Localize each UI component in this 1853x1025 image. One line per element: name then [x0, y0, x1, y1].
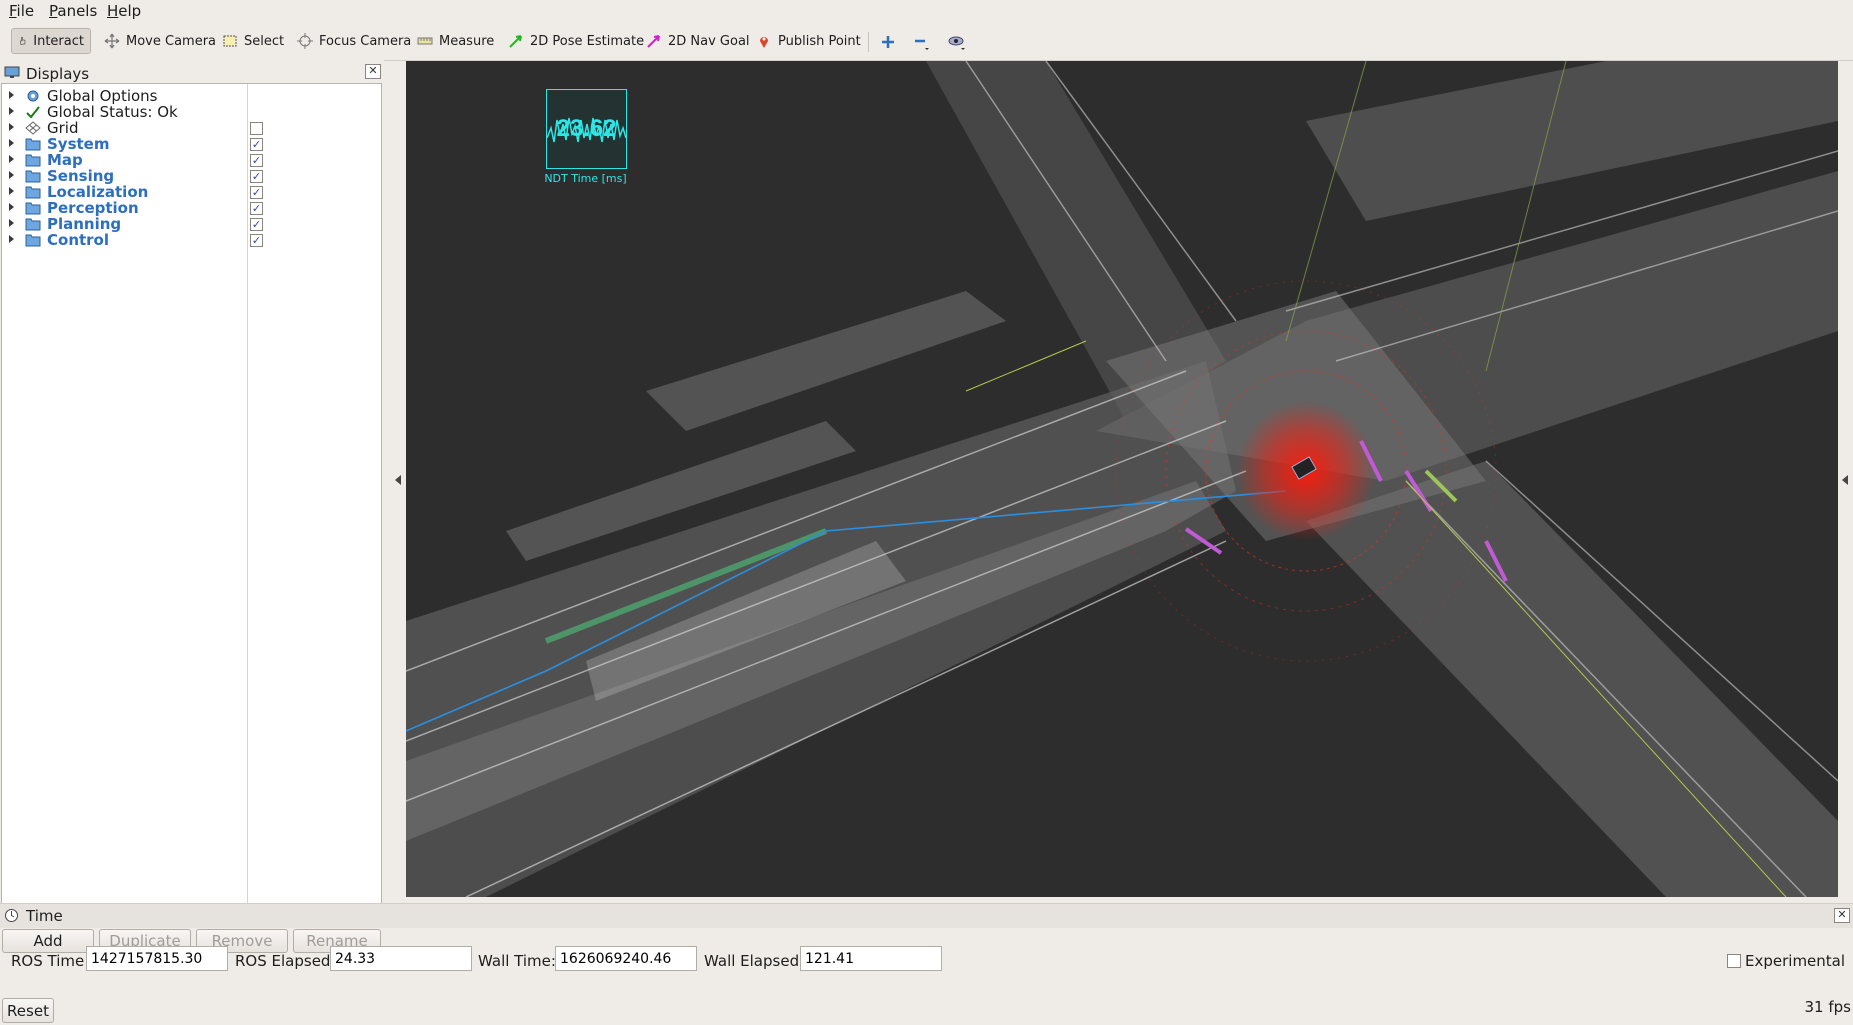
display-enable-checkbox[interactable]: ✓	[250, 234, 263, 248]
2d-pose-estimate-label: 2D Pose Estimate	[530, 33, 645, 49]
reset-button[interactable]: Reset	[2, 998, 54, 1023]
menu-file[interactable]: File	[9, 2, 34, 20]
clock-icon	[5, 909, 18, 922]
folder-icon	[25, 168, 41, 183]
expand-arrow-icon[interactable]	[9, 155, 14, 164]
collapse-right-arrow[interactable]	[1842, 475, 1848, 485]
measure-tool-button[interactable]: Measure	[411, 28, 500, 54]
2d-pose-estimate-tool-button[interactable]: 2D Pose Estimate	[502, 28, 650, 54]
green-arrow-icon	[509, 35, 522, 48]
ros-elapsed-field[interactable]	[330, 946, 472, 971]
remove-tool-button[interactable]	[910, 30, 934, 54]
experimental-checkbox[interactable]	[1727, 954, 1741, 968]
folder-icon	[25, 216, 41, 231]
displays-tree: Global Options Global Status: Ok Grid Syste…	[1, 83, 382, 918]
expand-arrow-icon[interactable]	[9, 91, 14, 99]
collapse-left-arrow[interactable]	[395, 475, 401, 485]
interact-tool-button[interactable]: Interact	[11, 28, 91, 54]
add-tool-button[interactable]	[876, 30, 900, 54]
grid-icon	[25, 120, 41, 135]
displays-panel-title-bar: Displays ✕	[0, 62, 384, 84]
focus-camera-label: Focus Camera	[319, 33, 412, 49]
expand-arrow-icon[interactable]	[9, 187, 14, 196]
wall-elapsed-field[interactable]	[800, 946, 942, 971]
focus-camera-icon	[297, 33, 313, 49]
monitor-icon	[4, 66, 20, 78]
ros-time-label: ROS Time:	[11, 952, 90, 970]
toolbar-separator	[868, 32, 869, 52]
check-icon	[25, 104, 41, 119]
2d-nav-goal-tool-button[interactable]: 2D Nav Goal	[640, 28, 756, 54]
magenta-arrow-icon	[647, 35, 660, 48]
point-cloud-map[interactable]	[406, 61, 1838, 897]
menu-bar: File Panels Help	[0, 0, 1853, 21]
expand-arrow-icon[interactable]	[9, 171, 14, 180]
time-panel-title-bar: Time ✕	[0, 903, 1853, 928]
expand-arrow-icon[interactable]	[9, 139, 14, 148]
display-enable-checkbox[interactable]: ✓	[250, 218, 263, 232]
display-enable-checkbox[interactable]: ✓	[250, 170, 263, 184]
display-enable-checkbox[interactable]: ✓	[250, 202, 263, 216]
publish-point-label: Publish Point	[778, 33, 861, 49]
select-icon	[223, 35, 237, 47]
folder-icon	[25, 136, 41, 151]
ndt-time-label: NDT Time [ms]	[544, 172, 627, 185]
measure-label: Measure	[439, 33, 495, 49]
select-label: Select	[244, 33, 285, 49]
time-close-button[interactable]: ✕	[1834, 908, 1850, 923]
displays-panel-title: Displays	[26, 65, 90, 83]
expand-arrow-icon[interactable]	[9, 235, 14, 244]
ros-time-field[interactable]	[86, 946, 228, 971]
expand-arrow-icon[interactable]	[9, 203, 14, 212]
focus-camera-tool-button[interactable]: Focus Camera	[291, 28, 417, 54]
add-display-button[interactable]: Add	[2, 929, 94, 953]
displays-close-button[interactable]: ✕	[365, 64, 381, 79]
ndt-time-value: 23.62	[556, 115, 617, 142]
move-camera-label: Move Camera	[126, 33, 217, 49]
display-item-label: Control	[47, 231, 110, 250]
minus-icon	[915, 39, 929, 50]
folder-icon	[25, 152, 41, 167]
plus-icon	[882, 36, 894, 48]
display-enable-checkbox[interactable]: ✓	[250, 138, 263, 152]
ndt-time-plot: 23.62	[546, 89, 627, 169]
displays-panel: Displays ✕ Global Options Global Status: …	[0, 60, 384, 953]
expand-arrow-icon[interactable]	[9, 219, 14, 228]
display-enable-checkbox[interactable]: ✓	[250, 186, 263, 200]
wall-time-label: Wall Time:	[478, 952, 556, 970]
folder-icon	[25, 184, 41, 199]
folder-icon	[25, 200, 41, 215]
experimental-label: Experimental	[1745, 952, 1846, 970]
menu-help[interactable]: Help	[107, 2, 141, 20]
expand-arrow-icon[interactable]	[9, 123, 14, 132]
folder-icon	[25, 232, 41, 247]
ros-elapsed-label: ROS Elapsed:	[235, 952, 336, 970]
gear-icon	[25, 88, 41, 103]
wall-elapsed-label: Wall Elapsed:	[704, 952, 805, 970]
wall-time-field[interactable]	[555, 946, 697, 971]
menu-panels[interactable]: Panels	[49, 2, 97, 20]
time-panel-title: Time	[26, 907, 63, 925]
map-pin-icon	[760, 37, 768, 48]
views-tool-button[interactable]	[945, 30, 969, 54]
toolbar: Interact Move Camera Select Focus Camera…	[0, 22, 1853, 61]
3d-viewport[interactable]: 23.62 NDT Time [ms]	[406, 61, 1838, 897]
display-enable-checkbox[interactable]: ✓	[250, 154, 263, 168]
select-tool-button[interactable]: Select	[216, 28, 290, 54]
expand-arrow-icon[interactable]	[9, 107, 14, 116]
display-enable-checkbox[interactable]	[250, 122, 263, 136]
eye-icon	[948, 36, 965, 50]
interact-label: Interact	[33, 33, 84, 49]
move-camera-icon	[104, 33, 120, 49]
move-camera-tool-button[interactable]: Move Camera	[98, 28, 222, 54]
publish-point-tool-button[interactable]: Publish Point	[750, 28, 867, 54]
fps-counter: 31 fps	[1804, 998, 1851, 1016]
hand-icon	[19, 37, 26, 45]
display-item-control[interactable]: Control ✓	[2, 230, 382, 249]
ruler-icon	[417, 37, 433, 45]
2d-nav-goal-label: 2D Nav Goal	[668, 33, 750, 49]
